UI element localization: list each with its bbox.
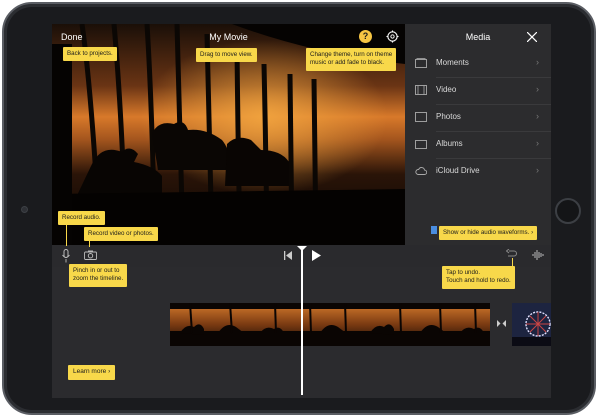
help-icon[interactable]: ? — [359, 30, 372, 43]
tip-text: Pinch in or out to — [73, 267, 120, 274]
play-icon[interactable] — [312, 250, 321, 261]
cloud-icon — [415, 167, 427, 175]
ferris-wheel-clip[interactable] — [512, 303, 551, 346]
tip-pointer — [66, 223, 67, 246]
media-item-label: Video — [436, 85, 457, 94]
close-icon[interactable] — [527, 32, 537, 42]
camera-icon[interactable] — [84, 250, 97, 260]
tip-back-to-projects: Back to projects. — [63, 47, 117, 62]
media-item-moments[interactable]: Moments › — [405, 50, 551, 77]
chevron-right-icon: › — [536, 111, 539, 121]
home-button[interactable] — [555, 198, 581, 224]
imovie-screen: Done My Movie ? Media Moments › Video › … — [52, 24, 551, 398]
tip-text: Back to projects. — [67, 50, 113, 57]
chevron-right-icon: › — [536, 57, 539, 67]
album-icon — [415, 140, 427, 149]
folder-icon — [431, 226, 437, 234]
tip-undo-redo: Tap to undo. Touch and hold to redo. — [442, 266, 515, 289]
media-browser: Media Moments › Video › Photos › Albums … — [405, 24, 551, 245]
movie-title: My Movie — [209, 32, 248, 42]
media-item-photos[interactable]: Photos › — [405, 104, 551, 131]
tip-pinch-zoom: Pinch in or out to zoom the timeline. — [69, 264, 128, 287]
skip-to-start-icon[interactable] — [284, 251, 292, 260]
transition-icon[interactable] — [497, 320, 506, 327]
chevron-right-icon: › — [536, 138, 539, 148]
photo-icon — [415, 112, 427, 122]
tip-text: zoom the timeline. — [73, 275, 124, 283]
media-item-video[interactable]: Video › — [405, 77, 551, 104]
learn-more-label: Learn more — [73, 368, 107, 375]
tip-text: music or add fade to black. — [310, 59, 384, 67]
front-camera — [21, 206, 28, 213]
media-header: Media — [405, 24, 551, 50]
tip-text: Show or hide audio waveforms. — [443, 229, 530, 236]
settings-gear-icon[interactable] — [386, 30, 399, 43]
media-item-label: Albums — [436, 139, 463, 148]
tip-text: Record video or photos. — [88, 230, 154, 237]
tip-audio-waveforms: Show or hide audio waveforms. › — [439, 226, 538, 241]
media-item-albums[interactable]: Albums › — [405, 131, 551, 158]
tip-change-theme: Change theme, turn on theme music or add… — [306, 48, 397, 71]
tip-text: Drag to move view. — [200, 51, 253, 58]
tip-pointer — [89, 239, 90, 247]
media-item-label: Moments — [436, 58, 469, 67]
video-clip[interactable] — [170, 303, 490, 346]
chevron-right-icon: › — [536, 165, 539, 175]
ipad-frame: Done My Movie ? Media Moments › Video › … — [2, 2, 596, 415]
audio-waveform-icon[interactable] — [532, 249, 544, 261]
film-icon — [415, 85, 427, 95]
moments-icon — [415, 58, 427, 68]
media-item-label: iCloud Drive — [436, 166, 480, 175]
playhead-line[interactable] — [301, 249, 303, 395]
media-item-icloud-drive[interactable]: iCloud Drive › — [405, 158, 551, 185]
media-item-label: Photos — [436, 112, 461, 121]
chevron-right-icon: › — [531, 229, 534, 236]
tip-text: Touch and hold to redo. — [446, 277, 511, 285]
tip-record-video: Record video or photos. — [84, 227, 158, 242]
tip-record-audio: Record audio. — [58, 211, 105, 226]
tip-drag-view: Drag to move view. — [196, 48, 257, 63]
chevron-right-icon: › — [536, 84, 539, 94]
chevron-right-icon: › — [108, 368, 111, 375]
learn-more-button[interactable]: Learn more › — [68, 365, 116, 380]
tip-text: Tap to undo. — [446, 269, 481, 276]
tip-pointer — [512, 258, 513, 267]
tip-text: Change theme, turn on theme — [310, 51, 393, 58]
microphone-icon[interactable] — [62, 249, 70, 263]
tip-text: Record audio. — [62, 214, 101, 221]
